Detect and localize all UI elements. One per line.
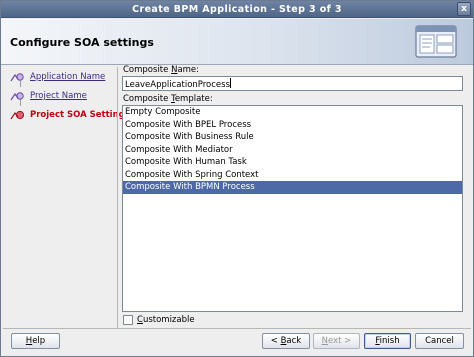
cancel-button[interactable]: Cancel: [415, 333, 464, 349]
close-icon[interactable]: x: [457, 2, 471, 16]
help-button[interactable]: Help: [11, 333, 60, 349]
wizard-steps-panel: Application Name Project Name Project SO…: [3, 67, 130, 327]
step-label[interactable]: Project Name: [30, 91, 87, 101]
list-item[interactable]: Composite With BPMN Process: [123, 181, 462, 194]
window-titlebar[interactable]: Create BPM Application - Step 3 of 3 x: [1, 1, 473, 18]
window-title: Create BPM Application - Step 3 of 3: [132, 4, 342, 15]
wizard-header: Configure SOA settings: [1, 19, 473, 65]
list-item[interactable]: Composite With Mediator: [123, 144, 462, 157]
composite-name-input[interactable]: LeaveApplicationProcess: [122, 76, 463, 91]
list-item[interactable]: Composite With Spring Context: [123, 169, 462, 182]
finish-button[interactable]: Finish: [364, 333, 411, 349]
customizable-checkbox[interactable]: [123, 315, 133, 325]
step-application-name[interactable]: Application Name: [3, 69, 116, 85]
step-project-name[interactable]: Project Name: [3, 88, 116, 104]
step-project-soa-settings[interactable]: Project SOA Settings: [3, 107, 130, 123]
step-done-icon: [10, 92, 24, 101]
text-caret: [230, 78, 232, 88]
button-bar-divider: [3, 328, 471, 329]
list-item[interactable]: Composite With BPEL Process: [123, 119, 462, 132]
step-label[interactable]: Application Name: [30, 72, 105, 82]
composite-template-list[interactable]: Empty Composite Composite With BPEL Proc…: [122, 105, 463, 312]
list-item[interactable]: Composite With Business Rule: [123, 131, 462, 144]
panel-divider: [117, 67, 118, 328]
next-button[interactable]: Next >: [313, 333, 360, 349]
customizable-label[interactable]: Customizable: [137, 315, 195, 325]
composite-name-value: LeaveApplicationProcess: [125, 80, 231, 90]
composite-template-label: Composite Template:: [123, 94, 213, 104]
wizard-dialog-icon: [415, 25, 457, 58]
composite-name-label: Composite Name:: [123, 65, 200, 75]
list-item[interactable]: Empty Composite: [123, 106, 462, 119]
back-button[interactable]: < Back: [262, 333, 310, 349]
page-title: Configure SOA settings: [10, 36, 154, 49]
step-done-icon: [10, 73, 24, 82]
step-current-icon: [10, 110, 25, 120]
create-bpm-application-dialog: Create BPM Application - Step 3 of 3 x C…: [0, 0, 474, 357]
step-label: Project SOA Settings: [30, 110, 130, 120]
list-item[interactable]: Composite With Human Task: [123, 156, 462, 169]
